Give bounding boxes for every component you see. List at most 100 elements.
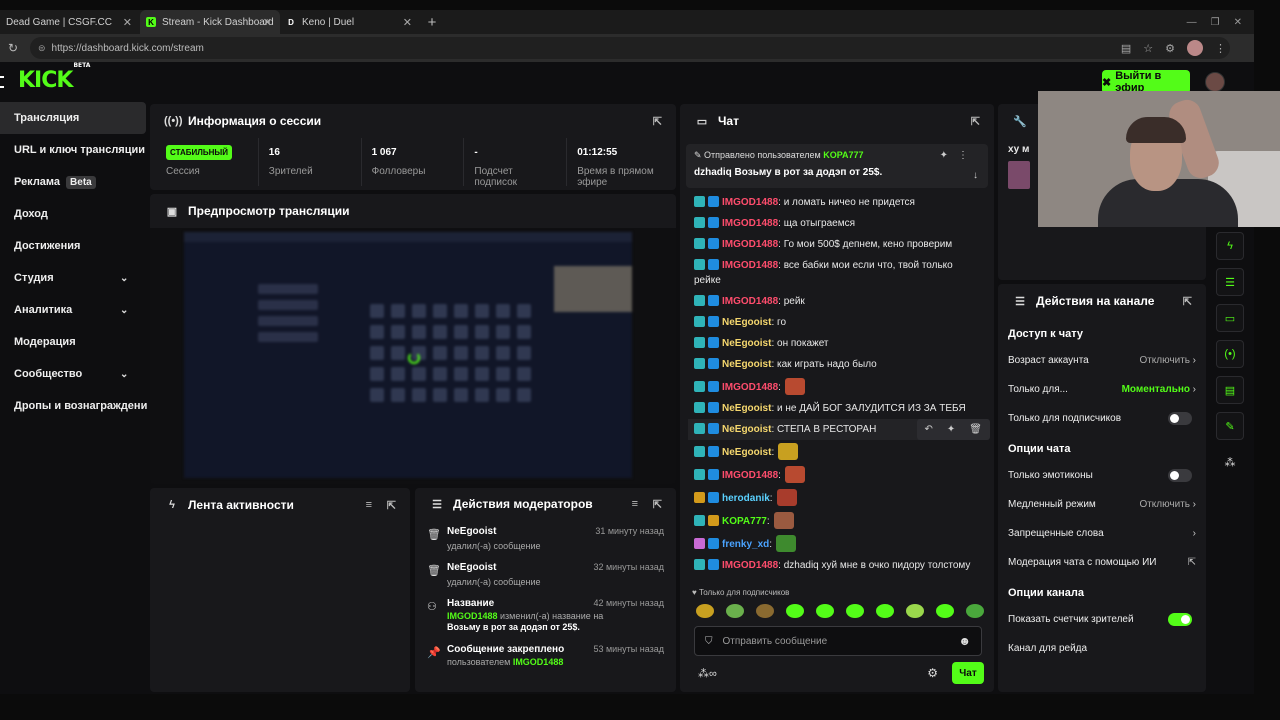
browser-tab-kick[interactable]: K Stream - Kick Dashboard ✕ bbox=[140, 10, 280, 34]
wrench-icon[interactable]: ✎ bbox=[1216, 412, 1244, 440]
chat-message[interactable]: NeEgooist: bbox=[688, 440, 988, 463]
chat-username[interactable]: IMGOD1488 bbox=[722, 239, 778, 250]
sidebar-item-drops[interactable]: Дропы и вознаграждени bbox=[0, 390, 147, 422]
chat-message[interactable]: NeEgooist: го bbox=[688, 312, 988, 333]
sidebar-item-stream-key[interactable]: URL и ключ трансляции bbox=[0, 134, 146, 166]
viewer-count-toggle[interactable] bbox=[1168, 613, 1192, 626]
chat-username[interactable]: NeEgooist bbox=[722, 403, 771, 414]
emotes-only-toggle[interactable] bbox=[1168, 469, 1192, 482]
chat-username[interactable]: IMGOD1488 bbox=[722, 218, 778, 229]
sidebar-item-studio[interactable]: Студия ⌄ bbox=[0, 262, 146, 294]
chat-username[interactable]: IMGOD1488 bbox=[722, 296, 778, 307]
emote-icon[interactable] bbox=[816, 604, 834, 618]
pin-icon[interactable]: ✦ bbox=[947, 422, 955, 437]
chat-username[interactable]: NeEgooist bbox=[722, 424, 771, 435]
chat-message[interactable]: herodanik: bbox=[688, 486, 988, 509]
raid-channel-row[interactable]: Канал для рейда bbox=[998, 634, 1206, 663]
chat-username[interactable]: herodanik bbox=[722, 493, 770, 504]
slow-mode-row[interactable]: Медленный режим Отключить › bbox=[998, 490, 1206, 519]
new-tab-button[interactable]: + bbox=[420, 10, 444, 34]
chat-message[interactable]: IMGOD1488: рейк bbox=[688, 291, 988, 312]
chat-username[interactable]: NeEgooist bbox=[722, 359, 771, 370]
chat-message[interactable]: IMGOD1488: ща отыграемся bbox=[688, 213, 988, 234]
sidebar-item-stream[interactable]: Трансляция bbox=[0, 102, 146, 134]
chat-message[interactable]: IMGOD1488: все бабки мои если что, твой … bbox=[688, 255, 988, 291]
sidebar-item-moderation[interactable]: Модерация bbox=[0, 326, 146, 358]
chat-username[interactable]: NeEgooist bbox=[722, 338, 771, 349]
chat-message[interactable]: IMGOD1488: bbox=[688, 463, 988, 486]
browser-tab-csgf[interactable]: Dead Game | CSGF.CC ✕ bbox=[0, 10, 140, 34]
subscribers-only-toggle[interactable] bbox=[1168, 412, 1192, 425]
stream-preview-video[interactable] bbox=[184, 232, 632, 478]
popout-icon[interactable]: ⇱ bbox=[971, 115, 980, 128]
close-tab-icon[interactable]: ✕ bbox=[123, 16, 132, 29]
emote-icon[interactable] bbox=[846, 604, 864, 618]
avatar[interactable] bbox=[1205, 72, 1225, 92]
chat-username[interactable]: NeEgooist bbox=[722, 447, 771, 458]
emoji-icon[interactable]: ☻ bbox=[958, 634, 971, 648]
popout-icon[interactable]: ⇱ bbox=[653, 115, 662, 128]
chat-username[interactable]: IMGOD1488 bbox=[722, 470, 778, 481]
chat-message[interactable]: KOPA777: bbox=[688, 509, 988, 532]
sidebar-item-achievements[interactable]: Достижения bbox=[0, 230, 146, 262]
broadcast-icon[interactable]: (•) bbox=[1216, 340, 1244, 368]
reload-icon[interactable]: ↻ bbox=[2, 41, 24, 55]
chat-username[interactable]: IMGOD1488 bbox=[722, 382, 778, 393]
chat-username[interactable]: IMGOD1488 bbox=[722, 560, 778, 571]
chat-username[interactable]: KOPA777 bbox=[722, 516, 767, 527]
menu-dots-icon[interactable]: ⋮ bbox=[1215, 42, 1226, 55]
list-icon[interactable]: ☰ bbox=[1216, 268, 1244, 296]
emote-icon[interactable] bbox=[906, 604, 924, 618]
chat-message[interactable]: NeEgooist: СТЕПА В РЕСТОРАН ↶ ✦ 🗑 bbox=[688, 419, 990, 440]
popout-icon[interactable]: ⇱ bbox=[653, 498, 662, 511]
emote-icon[interactable] bbox=[786, 604, 804, 618]
chat-bubble-icon[interactable]: ▭ bbox=[1216, 304, 1244, 332]
popout-icon[interactable]: ⇱ bbox=[1183, 295, 1192, 308]
kick-points-icon[interactable]: ⁂∞ bbox=[698, 667, 717, 680]
more-dots-icon[interactable]: ⋮ bbox=[958, 150, 978, 161]
followers-only-row[interactable]: Только для... Моментально › bbox=[998, 375, 1206, 404]
minimize-icon[interactable]: — bbox=[1187, 17, 1197, 28]
site-info-icon[interactable]: ⊜ bbox=[38, 43, 46, 54]
chat-message[interactable]: IMGOD1488: dzhadiq хуй мне в очко пидору… bbox=[688, 555, 988, 576]
emote-icon[interactable] bbox=[966, 604, 984, 618]
chat-message[interactable]: NeEgooist: и не ДАЙ БОГ ЗАЛУДИТСЯ ИЗ ЗА … bbox=[688, 398, 988, 419]
filter-icon[interactable]: ≡ bbox=[632, 498, 638, 510]
chat-message[interactable]: IMGOD1488: bbox=[688, 375, 988, 398]
chat-message[interactable]: NeEgooist: он покажет bbox=[688, 333, 988, 354]
chat-username[interactable]: IMGOD1488 bbox=[722, 260, 778, 271]
filter-icon[interactable]: ≡ bbox=[366, 499, 372, 511]
sidebar-item-community[interactable]: Сообщество ⌄ bbox=[0, 358, 146, 390]
chat-message[interactable]: IMGOD1488: и ломать ничео не придется bbox=[688, 192, 988, 213]
chat-message[interactable]: IMGOD1488: Го мои 500$ депнем, кено пров… bbox=[688, 234, 988, 255]
send-chat-button[interactable]: Чат bbox=[952, 662, 984, 684]
banned-words-row[interactable]: Запрещенные слова › bbox=[998, 519, 1206, 548]
chat-message[interactable]: NeEgooist: как играть надо было bbox=[688, 354, 988, 375]
close-tab-icon[interactable]: ✕ bbox=[263, 16, 272, 29]
emote-icon[interactable] bbox=[876, 604, 894, 618]
sidebar-item-analytics[interactable]: Аналитика ⌄ bbox=[0, 294, 146, 326]
pin-icon[interactable]: ✦ bbox=[940, 150, 958, 161]
chat-message[interactable]: frenky_xd: bbox=[688, 532, 988, 555]
sidebar-item-income[interactable]: Доход bbox=[0, 198, 146, 230]
lightning-icon[interactable]: ϟ bbox=[1216, 232, 1244, 260]
chat-username[interactable]: frenky_xd bbox=[722, 539, 769, 550]
reply-icon[interactable]: ↶ bbox=[925, 422, 933, 437]
bookmark-star-icon[interactable]: ☆ bbox=[1143, 42, 1153, 55]
extensions-icon[interactable]: ⚙ bbox=[1165, 42, 1175, 55]
emote-icon[interactable] bbox=[756, 604, 774, 618]
url-field[interactable]: ⊜ https://dashboard.kick.com/stream ▤ ☆ … bbox=[30, 37, 1230, 59]
popout-icon[interactable]: ⇱ bbox=[387, 499, 396, 512]
browser-tab-duel[interactable]: D Keno | Duel ✕ bbox=[280, 10, 420, 34]
expand-down-icon[interactable]: ↓ bbox=[973, 170, 978, 181]
kick-points-icon[interactable]: ⁂ bbox=[1216, 448, 1244, 476]
emote-icon[interactable] bbox=[696, 604, 714, 618]
chat-input[interactable]: ⛉ Отправить сообщение ☻ bbox=[694, 626, 982, 656]
profile-avatar[interactable] bbox=[1187, 40, 1203, 56]
emote-icon[interactable] bbox=[726, 604, 744, 618]
chat-username[interactable]: NeEgooist bbox=[722, 317, 771, 328]
sidebar-item-ads[interactable]: Реклама Beta bbox=[0, 166, 146, 198]
emote-icon[interactable] bbox=[936, 604, 954, 618]
close-window-icon[interactable]: ✕ bbox=[1234, 17, 1242, 28]
ai-moderation-row[interactable]: Модерация чата с помощью ИИ ⇱ bbox=[998, 548, 1206, 577]
